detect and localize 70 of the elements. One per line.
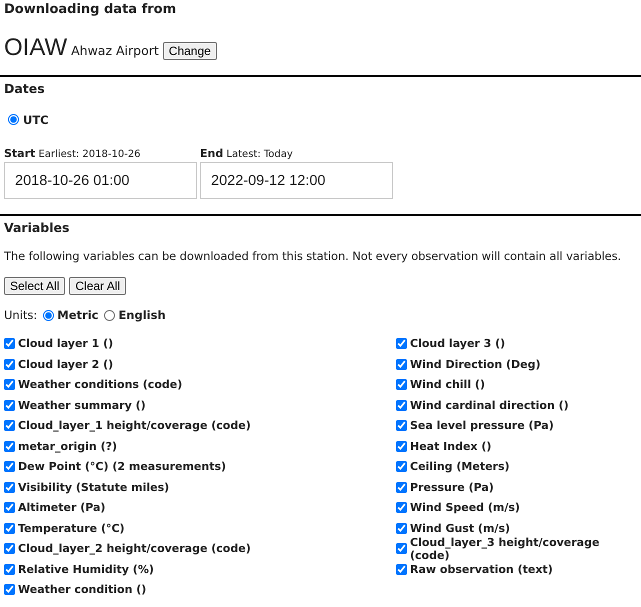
radio-button[interactable] [104, 310, 116, 320]
section-heading: Variables [4, 220, 70, 235]
checkbox[interactable] [4, 440, 15, 452]
checkbox-label: Heat Index () [410, 440, 492, 453]
checkbox-label: Wind cardinal direction () [410, 398, 569, 412]
checkbox-label: Ceiling (Meters) [410, 460, 510, 474]
radio-label: English [118, 308, 166, 322]
checkbox-label: Relative Humidity (%) [18, 562, 154, 576]
checkbox[interactable] [4, 338, 15, 350]
checkbox[interactable] [4, 543, 15, 554]
action-button[interactable]: Clear All [69, 277, 126, 295]
radio-button[interactable] [8, 114, 19, 125]
checkbox[interactable] [396, 564, 407, 575]
checkbox[interactable] [4, 420, 15, 432]
radio-button[interactable] [43, 310, 54, 320]
checkbox-label: Cloud_layer_2 height/coverage (code) [18, 542, 251, 556]
page-title: Downloading data from [4, 1, 178, 17]
checkbox-label: Wind Direction (Deg) [410, 358, 541, 371]
checkbox[interactable] [4, 379, 15, 390]
checkbox[interactable] [4, 400, 15, 411]
checkbox[interactable] [4, 522, 15, 534]
checkbox[interactable] [396, 358, 407, 370]
checkbox-label: Temperature (°C) [18, 522, 125, 535]
checkbox[interactable] [396, 338, 407, 350]
date-field[interactable]: 2022-09-12 12:00 [200, 162, 393, 199]
checkbox-label: Wind Gust (m/s) [410, 522, 510, 535]
checkbox[interactable] [396, 440, 407, 452]
checkbox-label: Wind Speed (m/s) [410, 501, 520, 514]
radio-label: UTC [23, 112, 49, 126]
checkbox-label: Weather summary () [18, 398, 146, 412]
checkbox-label: Wind chill () [410, 378, 485, 392]
checkbox[interactable] [396, 379, 407, 390]
checkbox[interactable] [396, 400, 407, 411]
checkbox[interactable] [396, 482, 407, 493]
checkbox-label: metar_origin (?) [18, 440, 118, 453]
checkbox[interactable] [396, 522, 407, 534]
checkbox-label: Dew Point (°C) (2 measurements) [18, 460, 226, 474]
checkbox-label: Raw observation (text) [410, 562, 553, 576]
checkbox[interactable] [396, 420, 407, 432]
description-text: The following variables can be downloaded from this station. Not every observation will contain all variables. [4, 249, 622, 263]
units-label: Units: [4, 308, 38, 322]
action-button[interactable]: Select All [4, 277, 66, 295]
checkbox[interactable] [396, 461, 407, 472]
checkbox-label: Cloud layer 3 () [410, 337, 506, 350]
checkbox-label: Sea level pressure (Pa) [410, 419, 554, 432]
checkbox[interactable] [4, 358, 15, 370]
checkbox-label: Cloud_layer_3 height/coverage (code) [410, 536, 600, 562]
checkbox[interactable] [396, 543, 407, 554]
change-button[interactable]: Change [162, 42, 217, 60]
checkbox-label: Weather condition () [18, 583, 146, 596]
checkbox[interactable] [4, 502, 15, 514]
checkbox[interactable] [4, 564, 15, 575]
checkbox[interactable] [4, 461, 15, 472]
section-heading: Dates [4, 81, 46, 96]
checkbox[interactable] [4, 482, 15, 493]
station-name: Ahwaz Airport [71, 43, 159, 58]
checkbox-label: Pressure (Pa) [410, 480, 494, 494]
checkbox[interactable] [4, 584, 15, 596]
field-label: Start Earliest: 2018-10-26 [4, 147, 142, 160]
date-field[interactable]: 2018-10-26 01:00 [4, 162, 197, 199]
checkbox-label: Altimeter (Pa) [18, 501, 106, 514]
radio-label: Metric [57, 308, 98, 322]
checkbox-label: Cloud layer 2 () [18, 358, 114, 371]
checkbox-label: Visibility (Statute miles) [18, 480, 170, 494]
checkbox-label: Cloud layer 1 () [18, 337, 114, 350]
checkbox[interactable] [396, 502, 407, 514]
checkbox-label: Weather conditions (code) [18, 378, 182, 392]
checkbox-label: Cloud_layer_1 height/coverage (code) [18, 419, 251, 432]
field-label: End Latest: Today [200, 147, 294, 160]
station-id: OIAW [4, 34, 68, 62]
